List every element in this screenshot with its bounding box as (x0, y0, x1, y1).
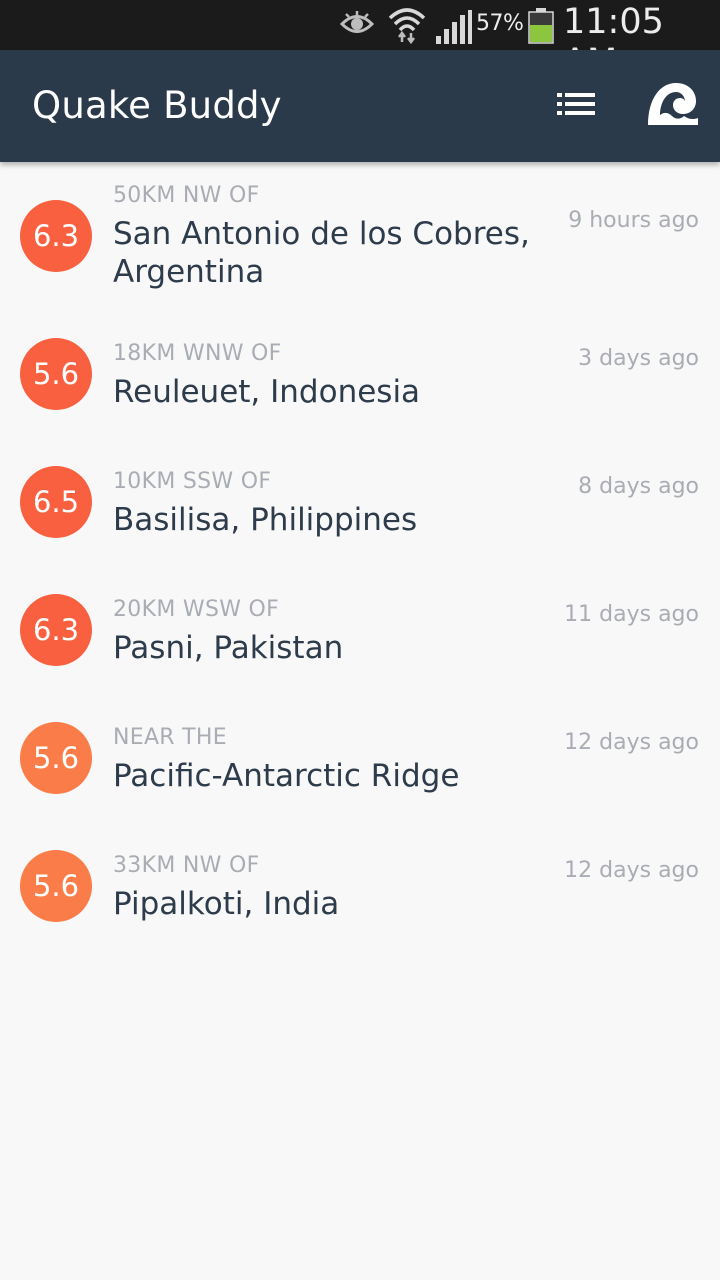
wave-icon (646, 81, 698, 131)
quake-time: 12 days ago (564, 858, 699, 883)
magnitude-badge: 5.6 (20, 850, 92, 922)
status-bar: 57% 11:05 AM (0, 0, 720, 82)
magnitude-badge: 6.3 (20, 200, 92, 272)
quake-time: 12 days ago (564, 730, 699, 755)
wave-button[interactable] (640, 74, 704, 138)
list-view-button[interactable] (548, 80, 604, 132)
quake-list-item[interactable]: 5.6 18KM WNW OF Reuleuet, Indonesia 3 da… (0, 312, 720, 440)
eye-icon (339, 10, 375, 42)
magnitude-badge: 5.6 (20, 722, 92, 794)
quake-distance: NEAR THE (113, 725, 227, 750)
quake-time: 8 days ago (578, 474, 699, 499)
quake-distance: 50KM NW OF (113, 183, 260, 208)
signal-icon (436, 10, 472, 48)
quake-time: 3 days ago (578, 346, 699, 371)
quake-place: Pacific-Antarctic Ridge (113, 758, 460, 794)
battery-percent: 57% (476, 11, 524, 36)
quake-place: Pipalkoti, India (113, 886, 340, 922)
magnitude-badge: 6.3 (20, 594, 92, 666)
quake-time: 11 days ago (564, 602, 699, 627)
quake-place: Pasni, Pakistan (113, 630, 344, 666)
quake-place: Basilisa, Philippines (113, 502, 418, 538)
quake-list-item[interactable]: 6.3 50KM NW OF San Antonio de los Cobres… (0, 162, 720, 312)
app-bar: Quake Buddy (0, 50, 720, 162)
quake-list-item[interactable]: 6.3 20KM WSW OF Pasni, Pakistan 11 days … (0, 568, 720, 696)
quake-distance: 10KM SSW OF (113, 469, 272, 494)
battery-icon (528, 8, 554, 48)
magnitude-badge: 6.5 (20, 466, 92, 538)
quake-distance: 18KM WNW OF (113, 341, 282, 366)
quake-list: 6.3 50KM NW OF San Antonio de los Cobres… (0, 162, 720, 952)
quake-distance: 33KM NW OF (113, 853, 260, 878)
app-title: Quake Buddy (32, 84, 282, 127)
magnitude-badge: 5.6 (20, 338, 92, 410)
quake-place: Reuleuet, Indonesia (113, 374, 421, 410)
quake-list-item[interactable]: 6.5 10KM SSW OF Basilisa, Philippines 8 … (0, 440, 720, 568)
quake-distance: 20KM WSW OF (113, 597, 280, 622)
quake-place: San Antonio de los Cobres, Argentina (113, 216, 530, 290)
quake-time: 9 hours ago (568, 208, 699, 233)
quake-list-item[interactable]: 5.6 NEAR THE Pacific-Antarctic Ridge 12 … (0, 696, 720, 824)
list-icon (557, 92, 595, 120)
wifi-icon (388, 6, 426, 48)
quake-list-item[interactable]: 5.6 33KM NW OF Pipalkoti, India 12 days … (0, 824, 720, 952)
